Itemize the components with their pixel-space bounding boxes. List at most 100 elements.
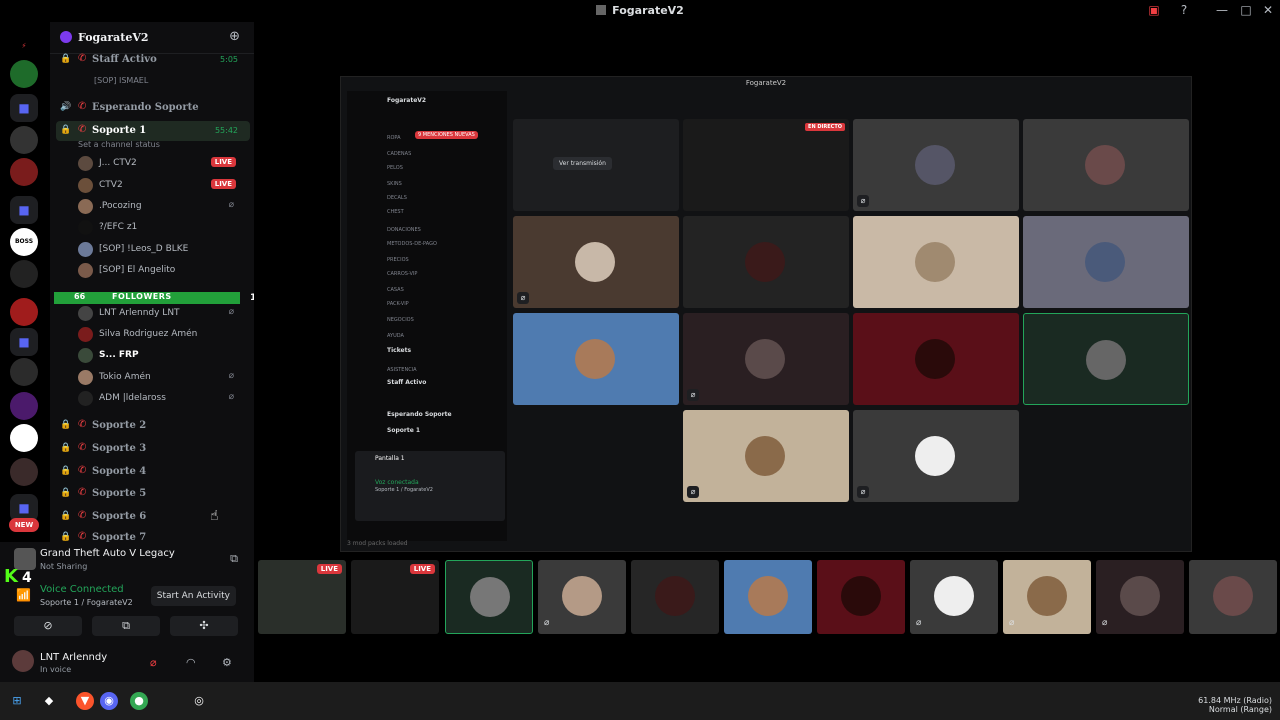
voice-member[interactable]: S... FRP: [78, 346, 248, 366]
participant-thumbnail[interactable]: ⌀: [1096, 560, 1184, 634]
participant-tile[interactable]: ⌀: [683, 313, 849, 405]
chrome-icon[interactable]: ●: [130, 692, 148, 710]
participant-tile[interactable]: [853, 216, 1019, 308]
start-activity-button[interactable]: Start An Activity: [150, 586, 236, 606]
channel-soporte-4[interactable]: 🔒 ✆ Soporte 4: [56, 462, 250, 482]
server-icon[interactable]: [10, 126, 38, 154]
browser-icon[interactable]: ▼: [76, 692, 94, 710]
server-icon[interactable]: [10, 392, 38, 420]
channel-soporte-1[interactable]: 🔒 ✆ Soporte 1 55:42: [56, 121, 250, 141]
participant-tile[interactable]: [683, 216, 849, 308]
participant-tile[interactable]: ⌀: [853, 410, 1019, 502]
inner-category: AYUDA: [387, 333, 404, 339]
participant-tile[interactable]: ⌀: [853, 119, 1019, 211]
participant-tile[interactable]: [1023, 216, 1189, 308]
channel-soporte-7[interactable]: 🔒 ✆ Soporte 7: [56, 528, 250, 542]
voice-member[interactable]: J... CTV2 LIVE: [78, 154, 248, 174]
help-icon[interactable]: ?: [1176, 3, 1192, 19]
screen-share-button[interactable]: ⧉: [92, 616, 160, 636]
voice-member[interactable]: Silva Rodriguez Amén: [78, 325, 248, 345]
username[interactable]: LNT Arlenndy: [40, 652, 107, 663]
stream-thumbnail[interactable]: LIVE: [258, 560, 346, 634]
close-button[interactable]: ✕: [1260, 3, 1276, 19]
discord-icon[interactable]: ◉: [100, 692, 118, 710]
server-icon[interactable]: [10, 358, 38, 386]
window-title: FogarateV2: [0, 4, 1280, 17]
settings-gear-icon[interactable]: ⚙: [222, 656, 232, 669]
voice-member[interactable]: Tokio Amén ⌀: [78, 368, 248, 388]
avatar: [78, 242, 93, 257]
voice-member[interactable]: [SOP] El Angelito: [78, 261, 248, 281]
avatar[interactable]: [12, 650, 34, 672]
voice-member[interactable]: .Pocozing ⌀: [78, 197, 248, 217]
avatar: [562, 576, 602, 616]
invite-people-icon[interactable]: ⊕: [229, 29, 240, 44]
participant-thumbnail[interactable]: [631, 560, 719, 634]
participant-thumbnail[interactable]: [1189, 560, 1277, 634]
server-icon[interactable]: [10, 458, 38, 486]
signal-icon[interactable]: 📶: [16, 588, 31, 602]
inner-window-title: FogarateV2: [745, 79, 787, 87]
voice-icon: ✆: [78, 465, 87, 476]
server-icon[interactable]: [10, 298, 38, 326]
stream-thumbnail[interactable]: LIVE: [351, 560, 439, 634]
participant-tile[interactable]: [513, 313, 679, 405]
server-icon[interactable]: [10, 424, 38, 452]
activity-card[interactable]: Grand Theft Auto V Legacy Not Sharing ⧉: [14, 546, 250, 574]
participant-tile[interactable]: ⌀: [683, 410, 849, 502]
participant-thumbnail[interactable]: ⌀: [910, 560, 998, 634]
server-icon[interactable]: [10, 60, 38, 88]
server-icon[interactable]: [10, 260, 38, 288]
inner-channel: CADENAS: [387, 151, 412, 157]
voice-member[interactable]: ?/EFC z1: [78, 218, 248, 238]
headphones-icon[interactable]: ◠: [186, 656, 196, 669]
channel-soporte-3[interactable]: 🔒 ✆ Soporte 3: [56, 439, 250, 459]
folder-icon[interactable]: ■: [10, 196, 38, 224]
voice-icon: ✆: [78, 124, 87, 135]
channel-label: Soporte 3: [92, 443, 147, 454]
taskbar-app-icon[interactable]: ◆: [40, 692, 58, 710]
voice-member[interactable]: CTV2 LIVE: [78, 176, 248, 196]
activities-button[interactable]: ✣: [170, 616, 238, 636]
start-menu-icon[interactable]: ⊞: [8, 692, 26, 710]
stream-tile[interactable]: Ver transmisión: [513, 119, 679, 211]
inbox-icon[interactable]: ▣: [1146, 3, 1162, 19]
channel-esperando-soporte[interactable]: 🔊 ✆ Esperando Soporte: [56, 98, 250, 118]
camera-off-button[interactable]: ⊘: [14, 616, 82, 636]
stream-tile[interactable]: EN DIRECTO: [683, 119, 849, 211]
channel-soporte-6[interactable]: 🔒 ✆ Soporte 6: [56, 507, 250, 527]
voice-member[interactable]: [SOP] !Leos_D BLKE: [78, 240, 248, 260]
participant-thumbnail[interactable]: ⌀: [538, 560, 626, 634]
server-icon[interactable]: [10, 158, 38, 186]
avatar: [1085, 242, 1125, 282]
participant-tile[interactable]: ⌀: [513, 216, 679, 308]
maximize-button[interactable]: □: [1238, 3, 1254, 19]
server-icon-boss[interactable]: BOSS: [10, 228, 38, 256]
channel-soporte-2[interactable]: 🔒 ✆ Soporte 2: [56, 416, 250, 436]
participant-tile[interactable]: [1023, 119, 1189, 211]
folder-icon[interactable]: ■: [10, 94, 38, 122]
game-title: Grand Theft Auto V Legacy: [40, 548, 175, 559]
participant-thumbnail[interactable]: [724, 560, 812, 634]
home-icon[interactable]: ⚡: [10, 32, 38, 60]
folder-icon[interactable]: ■: [10, 328, 38, 356]
participant-thumbnail[interactable]: ⌀: [1003, 560, 1091, 634]
taskbar-app-icon[interactable]: ◎: [190, 692, 208, 710]
voice-member[interactable]: LNT Arlenndy LNT ⌀: [78, 304, 248, 324]
voice-member[interactable]: ADM |ldelaross ⌀: [78, 389, 248, 409]
participant-tile[interactable]: [1023, 313, 1189, 405]
participant-thumbnail[interactable]: [817, 560, 905, 634]
mute-mic-icon[interactable]: ⌀: [150, 656, 157, 669]
participant-tile[interactable]: [853, 313, 1019, 405]
voice-channel-path[interactable]: Soporte 1 / FogarateV2: [40, 598, 133, 607]
muted-mic-icon: ⌀: [517, 292, 529, 304]
channel-status[interactable]: Set a channel status: [78, 140, 160, 149]
channel-soporte-5[interactable]: 🔒 ✆ Soporte 5: [56, 484, 250, 504]
share-screen-icon[interactable]: ⧉: [230, 552, 238, 566]
minimize-button[interactable]: —: [1214, 3, 1230, 19]
watch-stream-button[interactable]: Ver transmisión: [553, 157, 612, 170]
participant-thumbnail[interactable]: [445, 560, 533, 634]
channel-staff-activo[interactable]: 🔒 ✆ Staff Activo 5:05: [56, 50, 250, 70]
muted-mic-icon: ⌀: [228, 371, 234, 381]
avatar: [575, 242, 615, 282]
